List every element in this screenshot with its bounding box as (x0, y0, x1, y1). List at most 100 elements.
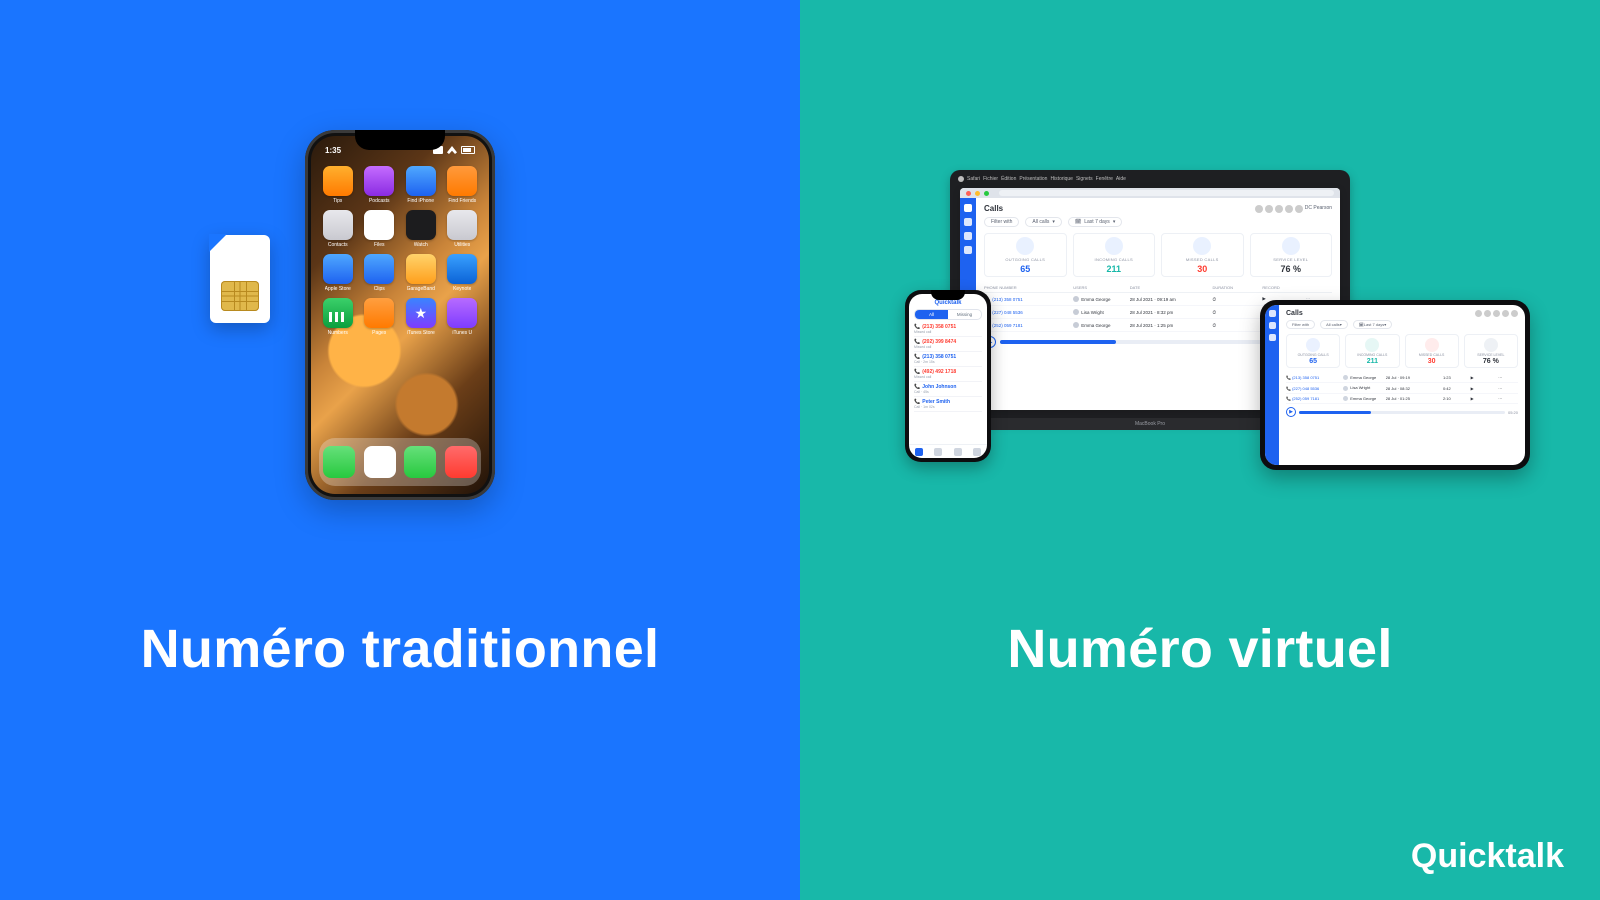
app-tile (447, 254, 477, 284)
call-subtitle: Missed call (914, 375, 982, 379)
app-label: Numbers (328, 330, 348, 336)
app-tile (447, 166, 477, 196)
caption-traditional: Numéro traditionnel (0, 618, 800, 680)
kpi-card: INCOMING CALLS211 (1345, 334, 1399, 368)
menubar-item: Édition (1001, 176, 1016, 182)
call-item: (213) 358 0751Missed call (914, 322, 982, 337)
apple-icon (958, 176, 964, 182)
cell-duration: 0:42 (1443, 386, 1468, 391)
traffic-light-min-icon (975, 191, 980, 196)
sidebar-icon-contacts (964, 232, 972, 240)
menubar-item: Fenêtre (1096, 176, 1113, 182)
app-tile (323, 298, 353, 328)
app-pages: Pages (363, 298, 397, 336)
app-tile (323, 254, 353, 284)
cell-user: Lisa Wright (1073, 309, 1125, 315)
team-avatars (1475, 310, 1518, 317)
app-apple-store: Apple Store (321, 254, 355, 292)
filter-label: Filter with (1286, 320, 1315, 329)
kpi-value: 65 (1020, 264, 1030, 274)
app-watch: Watch (404, 210, 438, 248)
app-tile (364, 166, 394, 196)
app-tile (406, 210, 436, 240)
kpi-cards: OUTGOING CALLS65INCOMING CALLS211MISSED … (984, 233, 1332, 277)
table-row: (213) 358 0751Emma George28 Jul · 09:191… (1286, 373, 1518, 383)
sidebar-icon-settings (964, 246, 972, 254)
avatar (1285, 205, 1293, 213)
kpi-label: OUTGOING CALLS (1298, 353, 1329, 357)
app-label: Files (374, 242, 385, 248)
cell-date: 28 Jul 2021 · 8:32 pm (1130, 310, 1209, 315)
kpi-label: MISSED CALLS (1186, 257, 1219, 262)
team-avatars: DC Pearson (1255, 205, 1332, 213)
cell-duration: 1:23 (1443, 375, 1468, 380)
phone-icon (1365, 338, 1379, 352)
filter-type: All calls ▾ (1025, 217, 1061, 227)
column-header: PHONE NUMBER (984, 285, 1069, 290)
phone-icon (1193, 237, 1211, 255)
cell-phone: (252) 059 7181 (1286, 396, 1340, 401)
kpi-value: 30 (1428, 358, 1436, 365)
filter-range: 🗓 Last 7 days ▾ (1068, 217, 1122, 227)
cell-duration: ⏱ (1212, 310, 1258, 315)
cell-record: ▶ (1471, 386, 1496, 391)
tab-keypad-icon (915, 448, 923, 456)
playback-time: 05:20 (1508, 410, 1518, 415)
menubar-item: Fichier (983, 176, 998, 182)
call-subtitle: Call · 2m 15s (914, 360, 982, 364)
cell-phone: (227) 048 5536 (1286, 386, 1340, 391)
app-label: iTunes Store (407, 330, 435, 336)
phone-icon (1306, 338, 1320, 352)
column-header: RECORD (1262, 285, 1301, 290)
iphone-mockup-small: Quicktalk AllMissing (213) 358 0751Misse… (905, 290, 991, 462)
phone-icon (323, 446, 355, 478)
cell-duration: ⏱ (1212, 297, 1258, 302)
app-keynote: Keynote (446, 254, 480, 292)
avatar (1511, 310, 1518, 317)
cell-phone: (213) 358 0751 (1286, 375, 1340, 380)
cell-duration: 2:10 (1443, 396, 1468, 401)
app-tile (406, 298, 436, 328)
app-label: Apple Store (325, 286, 351, 292)
column-header: USERS (1073, 285, 1125, 290)
menubar-item: Safari (967, 176, 980, 182)
cell-date: 28 Jul 2021 · 09:19 am (1130, 297, 1209, 302)
menubar-item: Historique (1050, 176, 1073, 182)
app-itunes-store: iTunes Store (404, 298, 438, 336)
kpi-value: 30 (1197, 264, 1207, 274)
filter-range: 🗓 Last 7 days ▾ (1353, 320, 1393, 329)
app-garageband: GarageBand (404, 254, 438, 292)
app-tips: Tips (321, 166, 355, 204)
app-tile (323, 166, 353, 196)
caption-virtual: Numéro virtuel (800, 618, 1600, 680)
tab-settings-icon (973, 448, 981, 456)
kpi-value: 211 (1367, 358, 1378, 365)
comparison-slide: 1:35 TipsPodcastsFind iPhoneFind Friends… (0, 0, 1600, 900)
playback-bar: ▶ 05:20 (1286, 404, 1518, 417)
tab-contacts-icon (934, 448, 942, 456)
kpi-label: INCOMING CALLS (1357, 353, 1387, 357)
cell-actions: ⋯ (1498, 396, 1518, 401)
avatar (1265, 205, 1273, 213)
avatar (1295, 205, 1303, 213)
filter-label: Filter with (984, 217, 1019, 227)
app-itunes-u: iTunes U (446, 298, 480, 336)
app-label: Pages (372, 330, 386, 336)
app-tile (447, 298, 477, 328)
filter-type: All calls ▾ (1320, 320, 1348, 329)
cell-phone: (227) 048 5536 (984, 309, 1069, 315)
table-header: PHONE NUMBERUSERSDATEDURATIONRECORD (984, 283, 1332, 293)
phone-icon (1282, 237, 1300, 255)
address-bar (999, 190, 1334, 196)
app-clips: Clips (363, 254, 397, 292)
table-row: (227) 048 5536Lisa Wright28 Jul · 08:320… (1286, 383, 1518, 393)
call-item: John JohnsonCall · 45s (914, 382, 982, 397)
avatar (1255, 205, 1263, 213)
cell-user: Emma George (1073, 296, 1125, 302)
table-body: (213) 358 0751Emma George28 Jul · 09:191… (1286, 373, 1518, 404)
traffic-light-close-icon (966, 191, 971, 196)
table-row: (252) 059 7181Emma George28 Jul · 01:252… (1286, 394, 1518, 404)
panel-virtual: SafariFichierÉditionPrésentationHistoriq… (800, 0, 1600, 900)
play-button-icon: ▶ (1286, 407, 1296, 417)
avatar (1475, 310, 1482, 317)
